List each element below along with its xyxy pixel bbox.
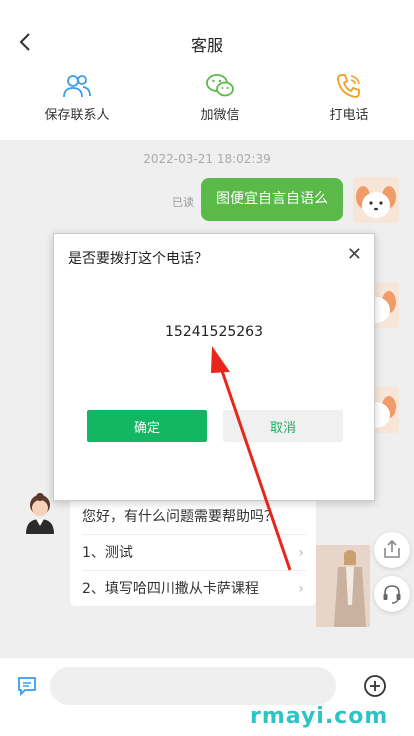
faq-item[interactable]: 1、测试 › bbox=[82, 534, 306, 570]
product-image bbox=[316, 545, 370, 627]
plus-circle-icon[interactable] bbox=[363, 674, 387, 698]
cancel-button[interactable]: 取消 bbox=[223, 410, 343, 442]
outgoing-message[interactable]: 图便宜自言自语么 bbox=[201, 178, 343, 221]
message-timestamp: 2022-03-21 18:02:39 bbox=[143, 152, 271, 166]
watermark-text: rmayi.com bbox=[250, 704, 389, 729]
agent-message-card: 您好，有什么问题需要帮助吗？ 1、测试 › 2、填写哈四川撒从卡萨课程 › bbox=[70, 496, 316, 606]
page-title: 客服 bbox=[190, 36, 223, 55]
faq-item-label: 2、填写哈四川撒从卡萨课程 bbox=[82, 581, 259, 597]
customer-service-button[interactable] bbox=[374, 576, 410, 612]
dialog-title: 是否要拨打这个电话？ bbox=[68, 251, 208, 267]
headset-icon bbox=[383, 585, 401, 604]
read-status: 已读 bbox=[172, 196, 194, 209]
call-confirm-dialog: 是否要拨打这个电话？ ✕ 15241525263 确定 取消 bbox=[53, 233, 375, 501]
phone-icon bbox=[337, 74, 360, 98]
user-avatar bbox=[353, 177, 399, 223]
wechat-icon bbox=[206, 74, 234, 97]
faq-item[interactable]: 2、填写哈四川撒从卡萨课程 › bbox=[82, 570, 306, 606]
product-thumbnail[interactable] bbox=[316, 545, 370, 627]
add-wechat-button[interactable]: 加微信 bbox=[165, 72, 275, 123]
chevron-right-icon: › bbox=[298, 581, 304, 597]
share-button[interactable] bbox=[374, 532, 410, 568]
faq-item-label: 1、测试 bbox=[82, 545, 133, 561]
contacts-icon bbox=[63, 75, 91, 98]
quick-actions: 保存联系人 加微信 打电话 bbox=[0, 72, 414, 132]
save-contact-button[interactable]: 保存联系人 bbox=[22, 72, 132, 123]
call-phone-button[interactable]: 打电话 bbox=[294, 72, 404, 123]
message-icon[interactable] bbox=[16, 675, 38, 697]
close-icon[interactable]: ✕ bbox=[347, 244, 362, 265]
footer-bar: rmayi.com bbox=[0, 658, 414, 736]
share-icon bbox=[384, 539, 400, 558]
confirm-button[interactable]: 确定 bbox=[87, 410, 207, 442]
dog-avatar-icon bbox=[353, 177, 399, 223]
phone-number: 15241525263 bbox=[165, 324, 263, 340]
chevron-right-icon: › bbox=[298, 545, 304, 561]
header: 客服 保存联系人 加微信 打电话 bbox=[0, 0, 414, 140]
message-input[interactable] bbox=[50, 667, 336, 705]
agent-greeting: 您好，有什么问题需要帮助吗？ bbox=[82, 509, 278, 525]
